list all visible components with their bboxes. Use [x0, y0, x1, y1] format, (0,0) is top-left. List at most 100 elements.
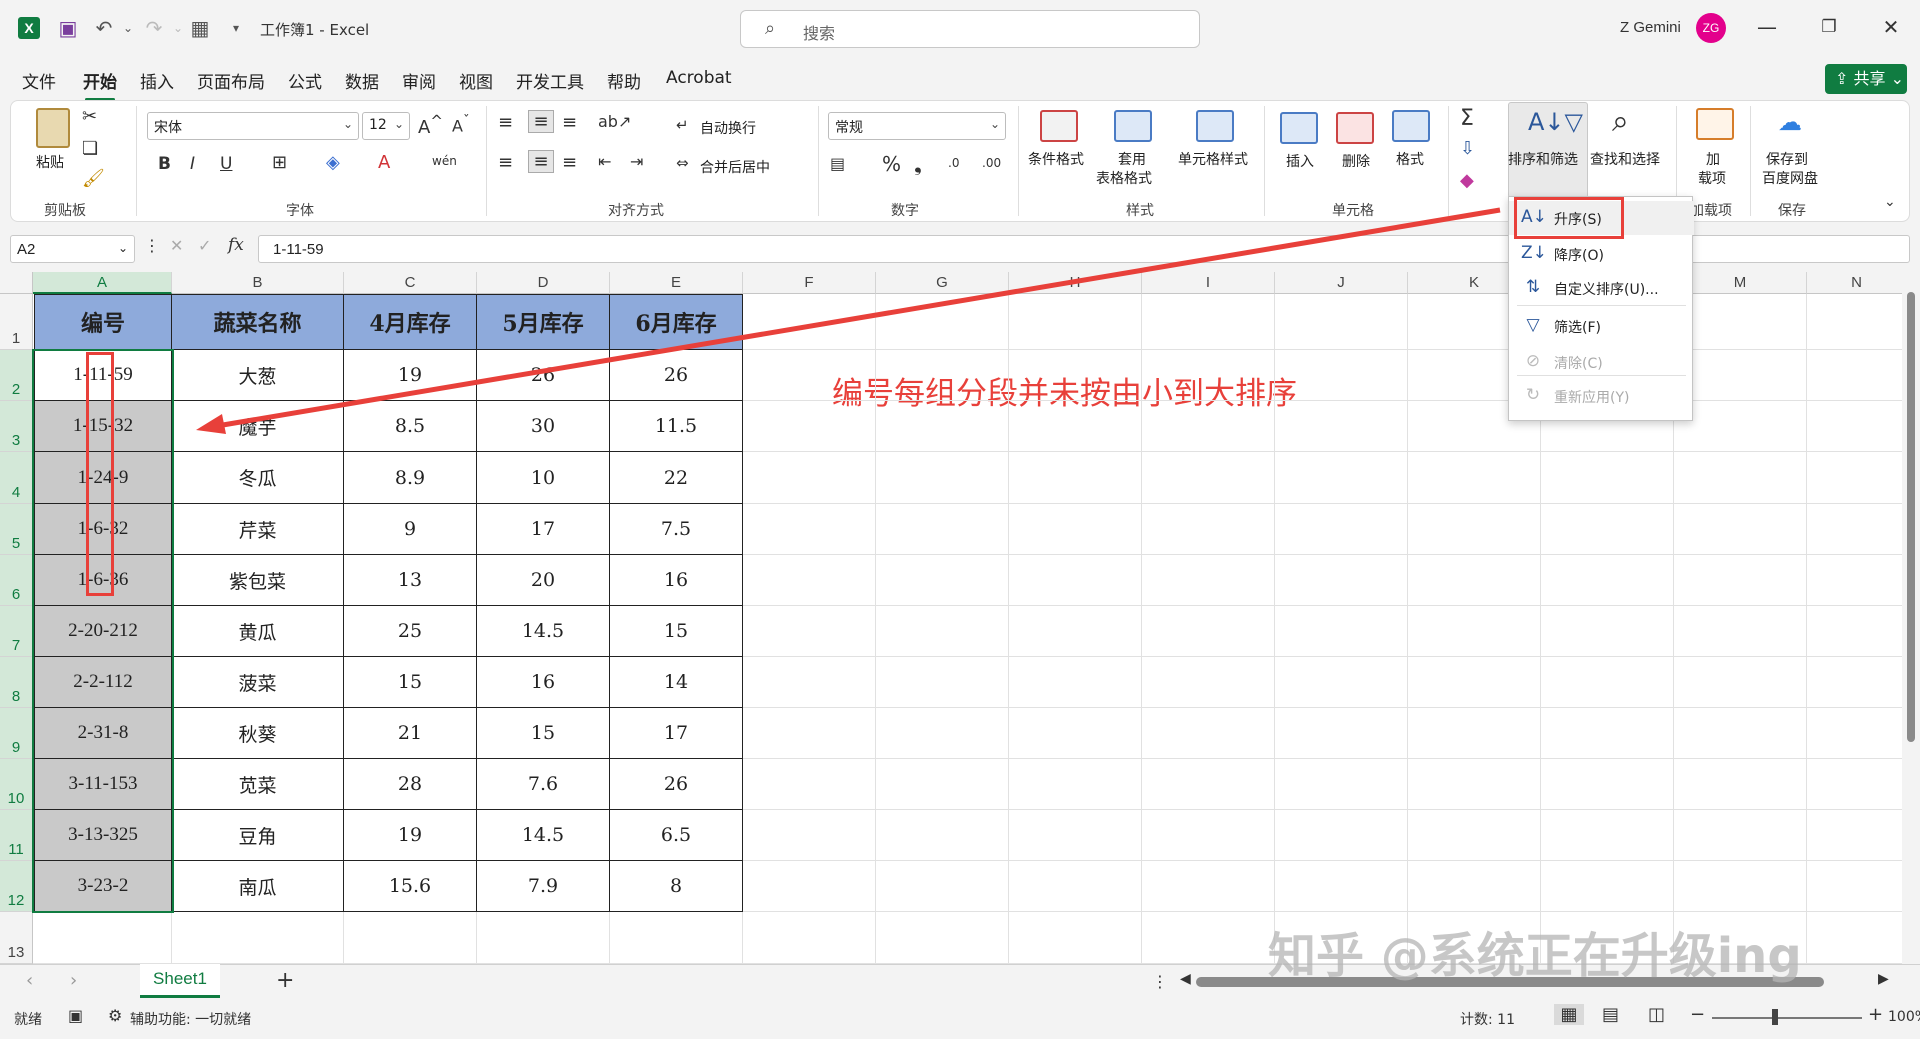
decrease-decimal-icon[interactable]: .00 [982, 156, 1001, 170]
table-cell[interactable]: 黄瓜 [172, 606, 344, 657]
search-box[interactable]: ⌕ 搜索 [740, 10, 1200, 48]
redo-dropdown-icon[interactable]: ⌄ [166, 16, 190, 40]
paste-label[interactable]: 粘贴 [36, 152, 64, 172]
table-cell[interactable]: 15.6 [344, 861, 477, 912]
row-header-5[interactable]: 5 [0, 504, 33, 555]
row-header-10[interactable]: 10 [0, 759, 33, 810]
tab-formulas[interactable]: 公式 [288, 68, 322, 93]
delete-cells-icon[interactable] [1336, 112, 1374, 144]
number-format-select[interactable]: 常规 ⌄ [828, 112, 1006, 140]
align-right-icon[interactable]: ≡ [562, 152, 577, 173]
row-header-9[interactable]: 9 [0, 708, 33, 759]
table-cell[interactable]: 芹菜 [172, 504, 344, 555]
addins-label-2[interactable]: 载项 [1698, 168, 1726, 188]
cell-styles-icon[interactable] [1196, 110, 1234, 142]
row-header-13[interactable]: 13 [0, 912, 33, 964]
table-cell[interactable]: 26 [477, 350, 610, 401]
scroll-left-icon[interactable]: ◀ [1180, 971, 1191, 987]
id-cell[interactable]: 1-15-32 [34, 401, 172, 452]
tab-developer[interactable]: 开发工具 [516, 68, 584, 93]
tab-file[interactable]: 文件 [22, 68, 56, 93]
table-header-cell[interactable]: 编号 [34, 294, 172, 350]
wrap-text-label[interactable]: 自动换行 [700, 118, 756, 138]
id-cell[interactable]: 2-2-112 [34, 657, 172, 708]
zoom-out-icon[interactable]: − [1690, 1004, 1705, 1025]
table-cell[interactable]: 魔芋 [172, 401, 344, 452]
confirm-entry-icon[interactable]: ✓ [198, 236, 211, 255]
align-left-icon[interactable]: ≡ [498, 152, 513, 173]
fill-color-icon[interactable]: ◈ [326, 152, 340, 173]
zoom-slider[interactable] [1712, 1017, 1862, 1019]
fill-icon[interactable]: ⇩ [1460, 138, 1475, 159]
format-as-table-icon[interactable] [1114, 110, 1152, 142]
minimize-icon[interactable]: — [1752, 12, 1782, 42]
column-header-h[interactable]: H [1009, 272, 1142, 294]
table-header-cell[interactable]: 蔬菜名称 [172, 294, 344, 350]
column-header-i[interactable]: I [1142, 272, 1275, 294]
avatar[interactable]: ZG [1696, 13, 1726, 43]
shrink-font-icon[interactable]: Aˇ [452, 114, 470, 135]
restore-icon[interactable]: ❐ [1814, 12, 1844, 42]
more-icon[interactable]: ⋮ [1152, 972, 1168, 991]
share-button[interactable]: ⇪ 共享 ⌄ [1825, 64, 1907, 94]
table-cell[interactable]: 26 [610, 759, 743, 810]
sort-menu-item[interactable]: A↓ 升序(S) [1509, 201, 1694, 235]
collapse-ribbon-icon[interactable]: ⌄ [1884, 194, 1896, 210]
id-cell[interactable]: 1-11-59 [34, 350, 172, 401]
font-name-select[interactable]: 宋体 ⌄ [147, 112, 359, 140]
borders-icon[interactable]: ⊞ [272, 152, 287, 173]
column-header-j[interactable]: J [1275, 272, 1408, 294]
table-cell[interactable]: 豆角 [172, 810, 344, 861]
paste-icon[interactable] [36, 108, 70, 148]
column-header-n[interactable]: N [1807, 272, 1902, 294]
row-header-2[interactable]: 2 [0, 350, 33, 401]
column-header-g[interactable]: G [876, 272, 1009, 294]
table-cell[interactable]: 8.5 [344, 401, 477, 452]
id-cell[interactable]: 3-13-325 [34, 810, 172, 861]
percent-icon[interactable]: % [882, 152, 901, 176]
table-cell[interactable]: 21 [344, 708, 477, 759]
format-label[interactable]: 格式 [1396, 149, 1424, 169]
table-cell[interactable]: 15 [610, 606, 743, 657]
addins-label-1[interactable]: 加 [1706, 149, 1720, 169]
row-header-12[interactable]: 12 [0, 861, 33, 912]
row-header-1[interactable]: 1 [0, 294, 33, 350]
merge-center-icon[interactable]: ⇔ [676, 154, 689, 172]
autosum-icon[interactable]: Σ [1460, 106, 1474, 131]
tab-view[interactable]: 视图 [459, 68, 493, 93]
row-header-4[interactable]: 4 [0, 452, 33, 504]
column-header-e[interactable]: E [610, 272, 743, 294]
table-header-cell[interactable]: 4月库存 [344, 294, 477, 350]
add-sheet-icon[interactable]: + [276, 968, 294, 993]
save-icon[interactable]: ▣ [56, 16, 80, 40]
zoom-in-icon[interactable]: + [1868, 1004, 1883, 1025]
table-cell[interactable]: 20 [477, 555, 610, 606]
zoom-slider-knob[interactable] [1772, 1009, 1778, 1025]
underline-icon[interactable]: U [220, 154, 232, 174]
select-all-corner[interactable] [0, 272, 33, 294]
table-cell[interactable]: 14.5 [477, 810, 610, 861]
table-cell[interactable]: 19 [344, 350, 477, 401]
addins-icon[interactable] [1696, 108, 1734, 140]
cancel-entry-icon[interactable]: ✕ [170, 236, 183, 255]
column-header-c[interactable]: C [344, 272, 477, 294]
table-cell[interactable]: 菠菜 [172, 657, 344, 708]
baidu-label-2[interactable]: 百度网盘 [1762, 168, 1818, 188]
baidu-label-1[interactable]: 保存到 [1766, 149, 1808, 169]
more-options-icon[interactable]: ⋮ [144, 236, 160, 255]
accessibility-icon[interactable]: ⚙ [108, 1006, 122, 1025]
sort-menu-item[interactable]: ▽ 筛选(F) [1509, 309, 1694, 343]
delete-label[interactable]: 删除 [1342, 151, 1370, 171]
name-box[interactable]: A2 ⌄ [10, 235, 135, 263]
table-cell[interactable]: 秋葵 [172, 708, 344, 759]
conditional-format-label[interactable]: 条件格式 [1028, 149, 1084, 169]
font-color-icon[interactable]: A [378, 152, 390, 173]
status-accessibility[interactable]: 辅助功能: 一切就绪 [130, 1009, 251, 1029]
tab-review[interactable]: 审阅 [402, 68, 436, 93]
table-cell[interactable]: 28 [344, 759, 477, 810]
align-center-icon[interactable]: ≡ [528, 150, 554, 173]
table-cell[interactable]: 14 [610, 657, 743, 708]
align-top-icon[interactable]: ≡ [498, 112, 513, 133]
phonetic-icon[interactable]: wén [432, 154, 457, 168]
cell-styles-label[interactable]: 单元格样式 [1178, 149, 1248, 169]
